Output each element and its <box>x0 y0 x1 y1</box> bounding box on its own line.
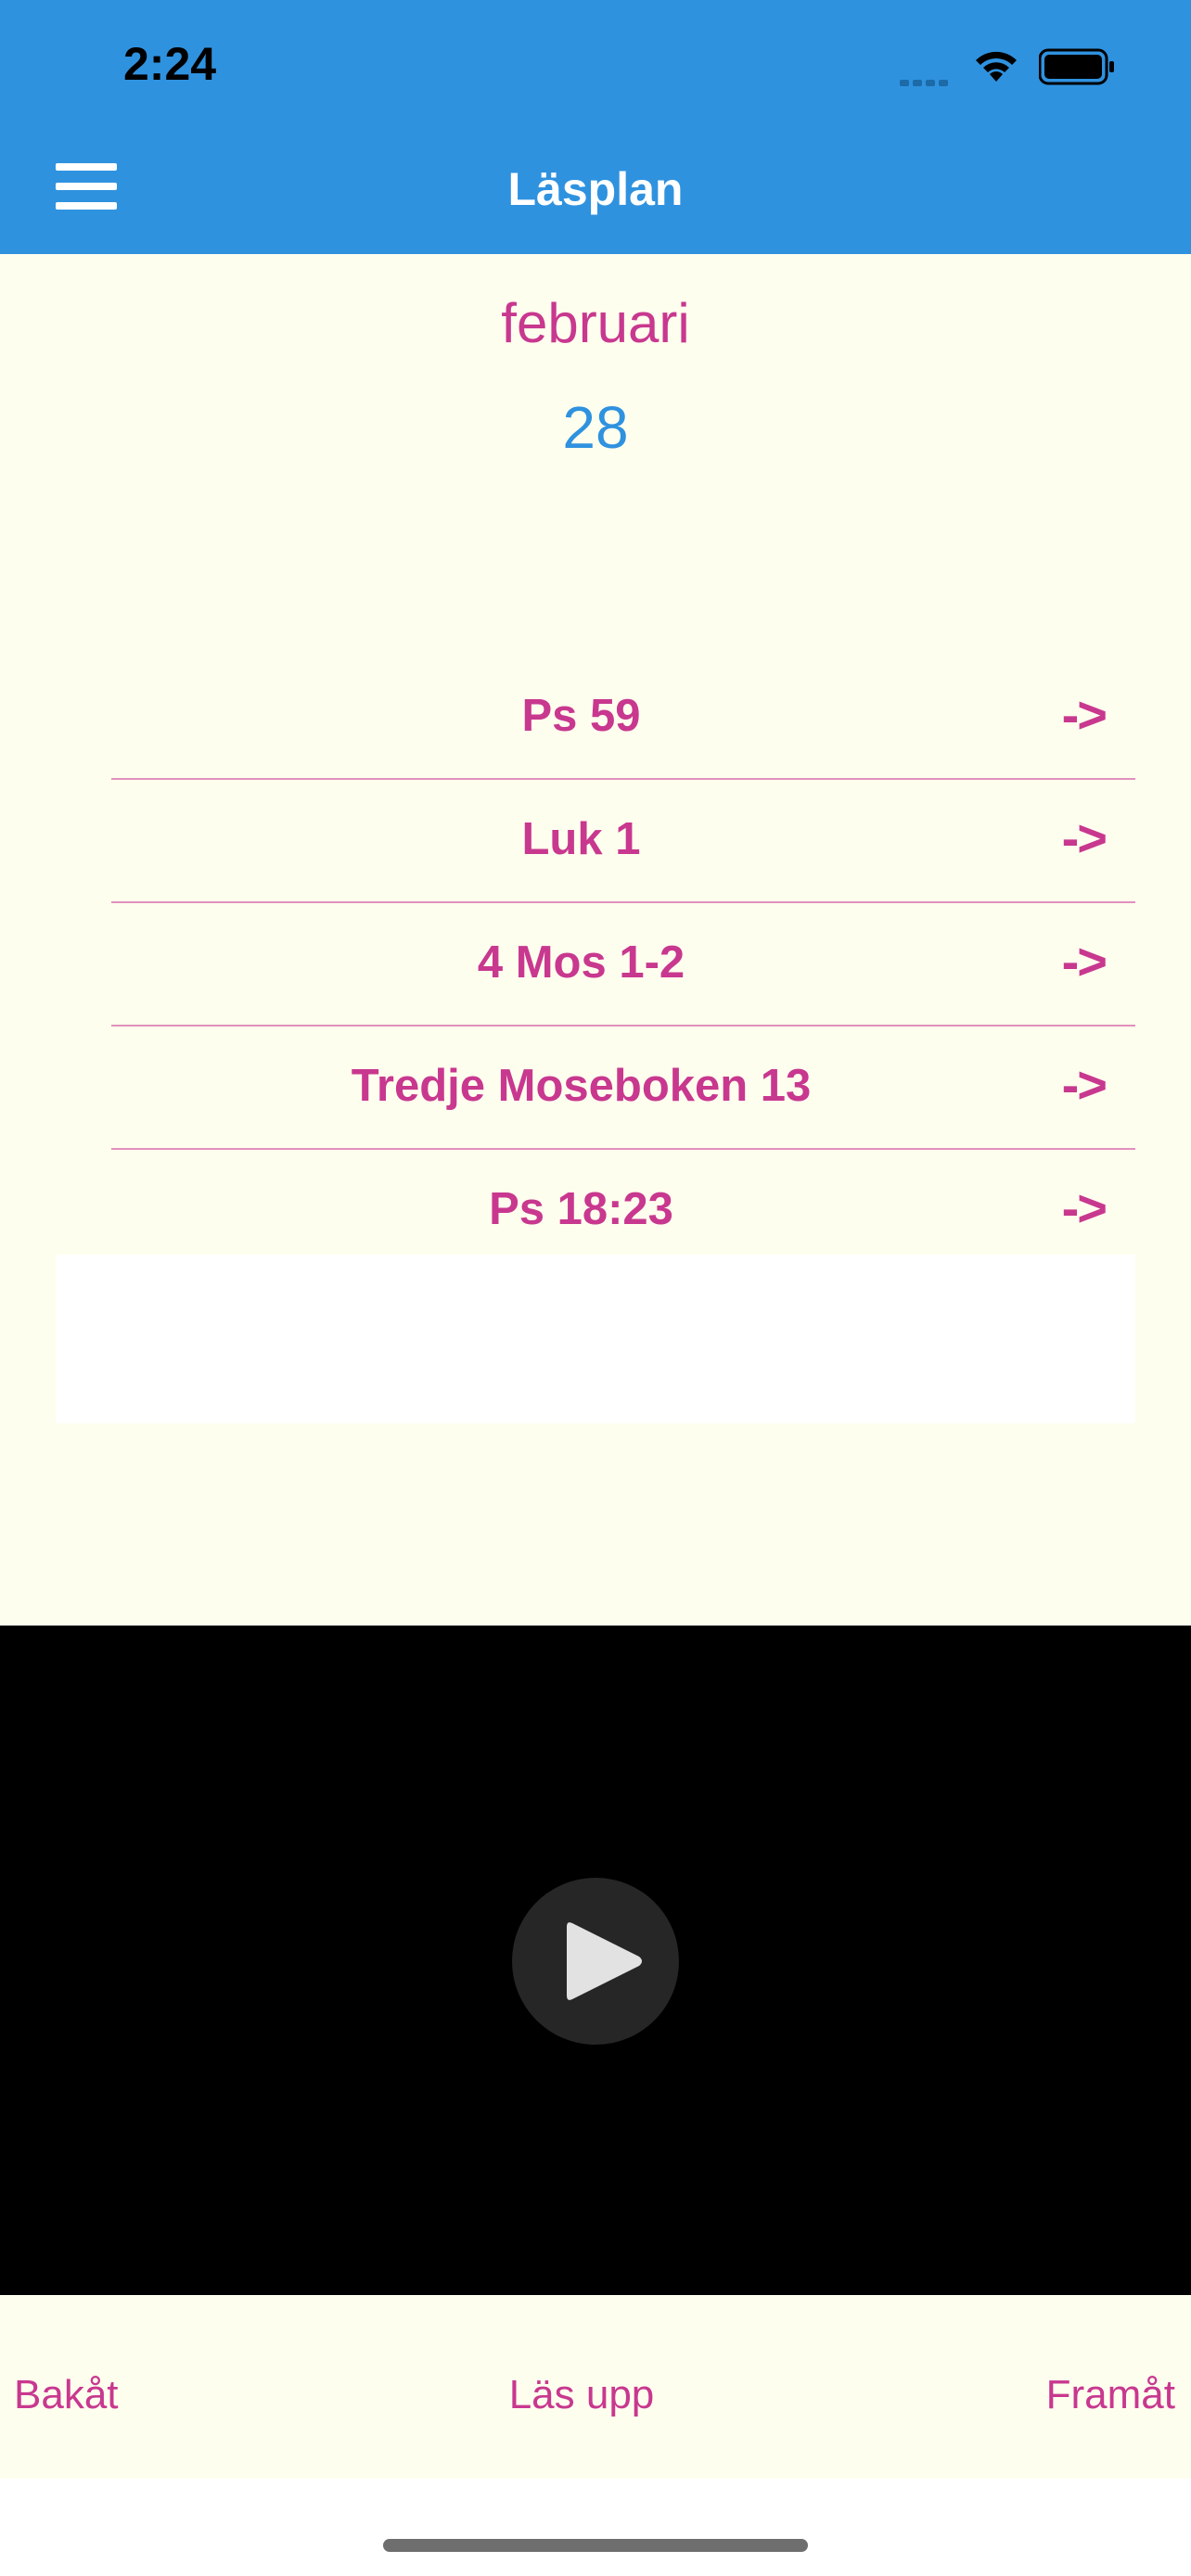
wifi-icon <box>972 46 1020 88</box>
reading-label: 4 Mos 1-2 <box>477 937 685 988</box>
play-icon <box>567 1922 642 2000</box>
reading-list: Ps 59 -> Luk 1 -> 4 Mos 1-2 -> Tredje Mo… <box>111 657 1135 1273</box>
month-label: februari <box>501 292 690 354</box>
arrow-icon[interactable]: -> <box>1062 1054 1108 1115</box>
app-header: 2:24 Läsplan <box>0 0 1191 254</box>
arrow-icon[interactable]: -> <box>1062 1178 1108 1238</box>
home-indicator[interactable] <box>383 2539 808 2552</box>
blank-panel <box>56 1255 1135 1423</box>
video-player[interactable] <box>0 1626 1191 2295</box>
bottom-toolbar: Bakåt Läs upp Framåt <box>0 2295 1191 2479</box>
reading-label: Ps 18:23 <box>489 1184 673 1234</box>
reading-row[interactable]: Tredje Moseboken 13 -> <box>111 1027 1135 1150</box>
battery-icon <box>1038 48 1115 90</box>
day-label: 28 <box>562 394 629 461</box>
arrow-icon[interactable]: -> <box>1062 684 1108 745</box>
arrow-icon[interactable]: -> <box>1062 808 1108 868</box>
page-title: Läsplan <box>507 163 684 215</box>
reading-plan-content: februari 28 Ps 59 -> Luk 1 -> 4 Mos 1-2 … <box>0 254 1191 1626</box>
reading-label: Luk 1 <box>521 814 641 864</box>
arrow-icon[interactable]: -> <box>1062 931 1108 991</box>
reading-label: Ps 59 <box>521 691 641 741</box>
signal-icon <box>900 74 952 91</box>
play-button[interactable] <box>512 1878 679 2045</box>
read-aloud-button[interactable]: Läs upp <box>0 2372 1163 2418</box>
status-time: 2:24 <box>123 38 217 90</box>
reading-label: Tredje Moseboken 13 <box>351 1061 812 1111</box>
forward-button[interactable]: Framåt <box>1046 2372 1175 2418</box>
reading-row[interactable]: Luk 1 -> <box>111 780 1135 903</box>
reading-row[interactable]: Ps 59 -> <box>111 657 1135 780</box>
reading-row[interactable]: 4 Mos 1-2 -> <box>111 903 1135 1027</box>
